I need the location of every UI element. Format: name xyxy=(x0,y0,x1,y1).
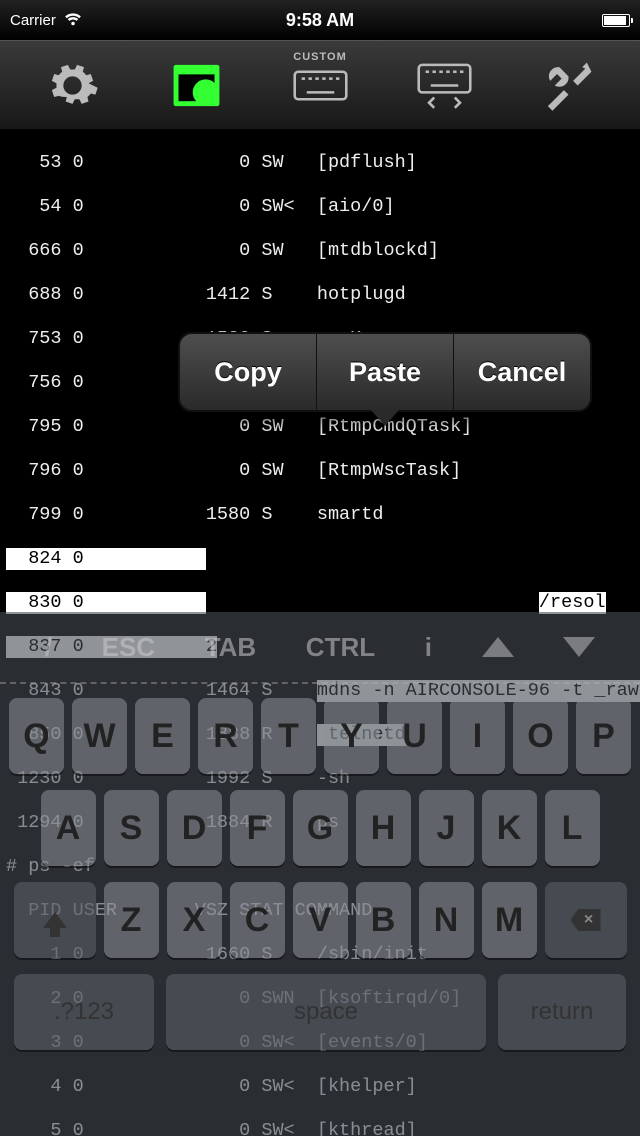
term-line: 795 0 0 SW [RtmpCmdQTask] xyxy=(6,416,640,438)
gear-icon xyxy=(45,58,100,113)
term-line: 830 0 /resol xyxy=(6,592,640,614)
term-line: 688 0 1412 S hotplugd xyxy=(6,284,640,306)
arrow-down-key[interactable] xyxy=(563,637,595,657)
arrow-up-key[interactable] xyxy=(482,637,514,657)
context-menu: Copy Paste Cancel xyxy=(178,332,592,412)
keyboard-arrows-icon xyxy=(417,58,472,113)
ctrl-key[interactable]: CTRL xyxy=(306,632,375,663)
term-line: 54 0 0 SW< [aio/0] xyxy=(6,196,640,218)
keyboard: / ESC TAB CTRL i Q W E R T Y U I O P A S… xyxy=(0,612,640,1136)
numeric-key[interactable]: .?123 xyxy=(14,974,154,1050)
browser-globe-icon xyxy=(169,58,224,113)
settings-button[interactable] xyxy=(37,55,107,115)
key-v[interactable]: V xyxy=(293,882,348,958)
custom-keyboard-label: CUSTOM xyxy=(281,51,359,63)
key-n[interactable]: N xyxy=(419,882,474,958)
key-j[interactable]: J xyxy=(419,790,474,866)
cancel-button[interactable]: Cancel xyxy=(454,334,590,410)
key-b[interactable]: B xyxy=(356,882,411,958)
function-key-row: / ESC TAB CTRL i xyxy=(0,612,640,684)
slash-key[interactable]: / xyxy=(45,632,52,663)
space-key[interactable]: space xyxy=(166,974,486,1050)
term-line: 799 0 1580 S smartd xyxy=(6,504,640,526)
key-l[interactable]: L xyxy=(545,790,600,866)
custom-keyboard-button[interactable]: CUSTOM xyxy=(285,55,355,115)
key-h[interactable]: H xyxy=(356,790,411,866)
key-g[interactable]: G xyxy=(293,790,348,866)
return-key[interactable]: return xyxy=(498,974,626,1050)
esc-key[interactable]: ESC xyxy=(102,632,155,663)
browser-button[interactable] xyxy=(161,55,231,115)
paste-button[interactable]: Paste xyxy=(317,334,454,410)
key-m[interactable]: M xyxy=(482,882,537,958)
key-k[interactable]: K xyxy=(482,790,537,866)
key-x[interactable]: X xyxy=(167,882,222,958)
key-s[interactable]: S xyxy=(104,790,159,866)
key-q[interactable]: Q xyxy=(9,698,64,774)
key-d[interactable]: D xyxy=(167,790,222,866)
key-y[interactable]: Y xyxy=(324,698,379,774)
key-p[interactable]: P xyxy=(576,698,631,774)
term-line: 824 0 xyxy=(6,548,640,570)
backspace-key[interactable]: × xyxy=(545,882,627,958)
tab-key[interactable]: TAB xyxy=(205,632,257,663)
key-row-1: Q W E R T Y U I O P xyxy=(6,698,634,774)
key-c[interactable]: C xyxy=(230,882,285,958)
shift-icon xyxy=(43,912,67,928)
key-t[interactable]: T xyxy=(261,698,316,774)
battery-icon xyxy=(602,14,630,27)
key-a[interactable]: A xyxy=(41,790,96,866)
backspace-icon: × xyxy=(571,909,601,931)
key-u[interactable]: U xyxy=(387,698,442,774)
key-f[interactable]: F xyxy=(230,790,285,866)
shift-key[interactable] xyxy=(14,882,96,958)
status-bar: Carrier 9:58 AM xyxy=(0,0,640,40)
wifi-icon xyxy=(64,13,82,27)
clock: 9:58 AM xyxy=(0,10,640,31)
term-line: 53 0 0 SW [pdflush] xyxy=(6,152,640,174)
key-i[interactable]: I xyxy=(450,698,505,774)
tools-button[interactable] xyxy=(533,55,603,115)
term-line: 666 0 0 SW [mtdblockd] xyxy=(6,240,640,262)
keyboard-toggle-button[interactable] xyxy=(409,55,479,115)
keyboard-icon xyxy=(293,58,348,113)
i-key[interactable]: i xyxy=(425,632,432,663)
key-row-3: Z X C V B N M × xyxy=(6,882,634,958)
key-row-bottom: .?123 space return xyxy=(6,974,634,1060)
term-line: 796 0 0 SW [RtmpWscTask] xyxy=(6,460,640,482)
copy-button[interactable]: Copy xyxy=(180,334,317,410)
carrier-label: Carrier xyxy=(10,12,56,29)
key-o[interactable]: O xyxy=(513,698,568,774)
toolbar: CUSTOM xyxy=(0,40,640,130)
key-r[interactable]: R xyxy=(198,698,253,774)
key-z[interactable]: Z xyxy=(104,882,159,958)
key-w[interactable]: W xyxy=(72,698,127,774)
key-e[interactable]: E xyxy=(135,698,190,774)
key-row-2: A S D F G H J K L xyxy=(6,790,634,866)
tools-icon xyxy=(541,58,596,113)
